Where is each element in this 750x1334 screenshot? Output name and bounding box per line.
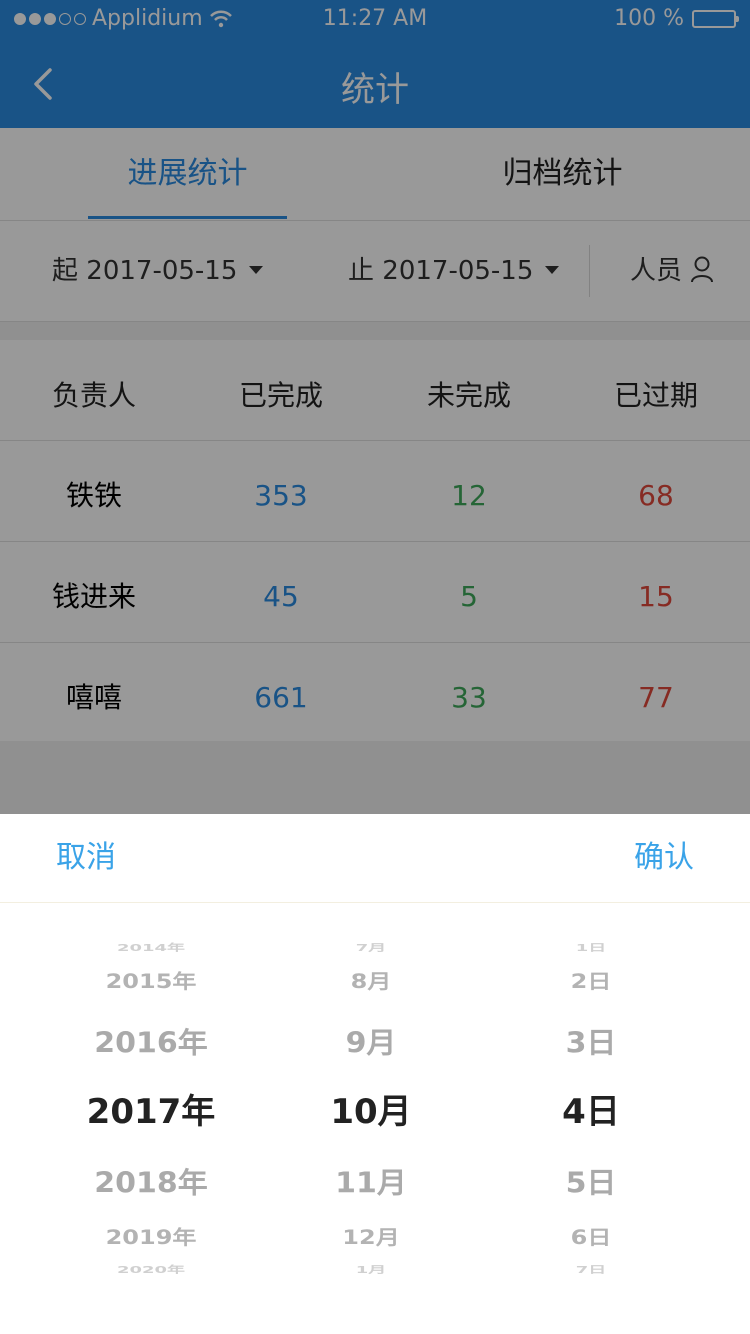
day-option[interactable]: 7日 (466, 1262, 716, 1276)
day-option[interactable]: 1日 (466, 940, 716, 954)
cancel-button[interactable]: 取消 (56, 814, 116, 902)
day-option[interactable]: 2日 (466, 966, 716, 994)
month-option[interactable]: 10月 (246, 1084, 496, 1133)
year-option[interactable]: 2018年 (26, 1159, 276, 1201)
day-option[interactable]: 6日 (466, 1222, 716, 1250)
month-option[interactable]: 8月 (246, 966, 496, 994)
year-option[interactable]: 2017年 (26, 1084, 276, 1133)
day-wheel[interactable]: 1日 2日 3日 4日 5日 6日 7日 (466, 934, 716, 1294)
picker-toolbar: 取消 确认 (0, 814, 750, 903)
day-option[interactable]: 5日 (466, 1159, 716, 1201)
day-option[interactable]: 4日 (466, 1084, 716, 1133)
date-picker-sheet: 取消 确认 2014年 2015年 2016年 2017年 2018年 2019年 2020… (0, 814, 750, 1334)
confirm-button[interactable]: 确认 (634, 814, 694, 902)
year-option[interactable]: 2016年 (26, 1019, 276, 1061)
month-option[interactable]: 11月 (246, 1159, 496, 1201)
day-option[interactable]: 3日 (466, 1019, 716, 1061)
year-option[interactable]: 2015年 (26, 966, 276, 994)
month-option[interactable]: 9月 (246, 1019, 496, 1061)
year-option[interactable]: 2014年 (26, 940, 276, 954)
year-wheel[interactable]: 2014年 2015年 2016年 2017年 2018年 2019年 2020年 (26, 934, 276, 1294)
month-option[interactable]: 1月 (246, 1262, 496, 1276)
modal-backdrop[interactable] (0, 0, 750, 814)
month-wheel[interactable]: 7月 8月 9月 10月 11月 12月 1月 (246, 934, 496, 1294)
year-option[interactable]: 2019年 (26, 1222, 276, 1250)
month-option[interactable]: 7月 (246, 940, 496, 954)
month-option[interactable]: 12月 (246, 1222, 496, 1250)
year-option[interactable]: 2020年 (26, 1262, 276, 1276)
